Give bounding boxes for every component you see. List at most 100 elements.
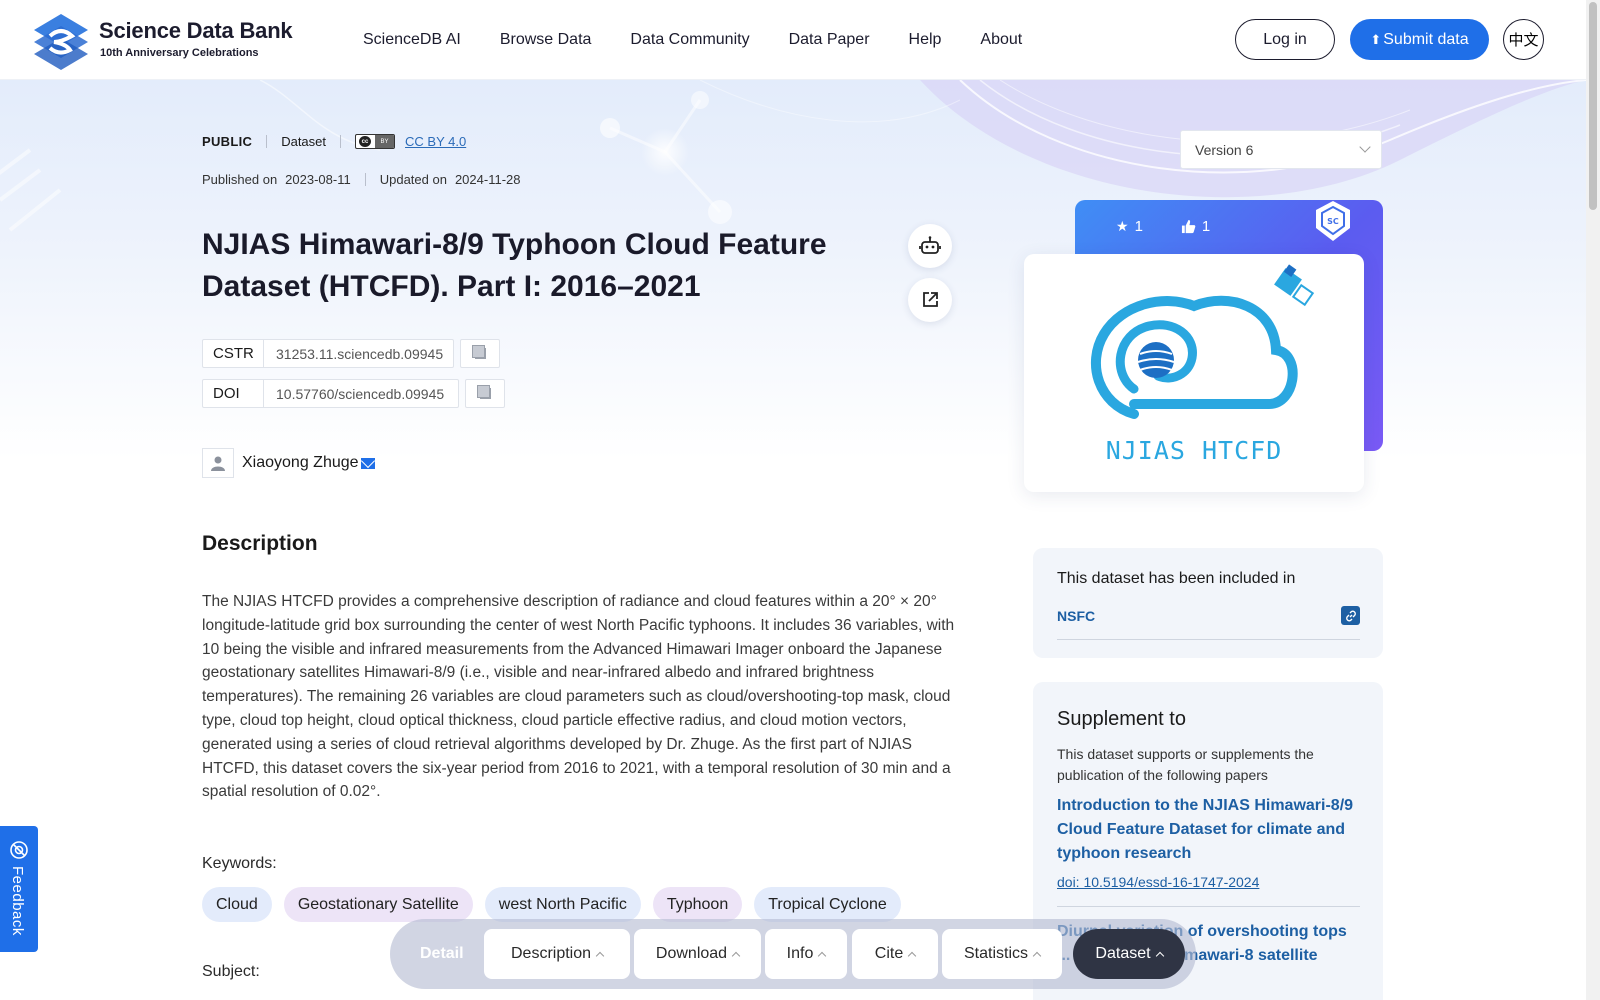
keyword-chip[interactable]: Tropical Cyclone: [754, 887, 901, 922]
included-in-panel: This dataset has been included in NSFC: [1033, 548, 1383, 658]
language-toggle-button[interactable]: 中文: [1503, 19, 1544, 60]
chevron-down-icon: [1359, 141, 1371, 153]
avatar: [202, 448, 234, 478]
submit-data-label: Submit data: [1383, 30, 1469, 48]
dates-row: Published on 2023-08-11 Updated on 2024-…: [202, 172, 521, 187]
section-tab-statistics[interactable]: Statistics: [942, 929, 1062, 979]
published-label: Published on: [202, 172, 278, 187]
cover-logo-text: NJIAS HTCFD: [1105, 436, 1283, 465]
section-tab-label: Dataset: [1095, 945, 1151, 962]
link-icon[interactable]: [1341, 606, 1360, 625]
section-tab-label: Download: [655, 945, 728, 962]
nav-data-paper[interactable]: Data Paper: [789, 31, 870, 49]
cstr-field: CSTR 31253.11.sciencedb.09945: [202, 339, 454, 368]
keywords-list: Cloud Geostationary Satellite west North…: [202, 887, 913, 922]
logo-mark-icon: [34, 14, 88, 70]
thumbs-up-icon: [1181, 219, 1196, 234]
access-badge: PUBLIC: [202, 134, 253, 149]
cstr-label: CSTR: [203, 340, 264, 367]
version-select-value: Version 6: [1195, 141, 1254, 158]
chevron-up-icon: [818, 951, 827, 961]
author-row: Xiaoyong Zhuge: [202, 448, 375, 478]
nav-help[interactable]: Help: [909, 31, 942, 49]
license-link[interactable]: CC BY 4.0: [405, 134, 466, 149]
likes-count[interactable]: 1: [1181, 218, 1210, 235]
meta-divider: [266, 135, 268, 148]
chevron-up-icon: [907, 951, 917, 961]
external-link-icon: [923, 292, 938, 307]
section-tab-download[interactable]: Download: [634, 929, 761, 979]
section-tab-label: Description: [510, 945, 592, 962]
section-tab-cite[interactable]: Cite: [852, 929, 938, 979]
section-tab-label: Cite: [874, 945, 904, 962]
included-in-title: This dataset has been included in: [1057, 570, 1296, 587]
upload-icon: ⬆: [1370, 31, 1382, 47]
scrollbar-thumb[interactable]: [1589, 2, 1597, 210]
section-nav-bar: Detail Description Download Info Cite St…: [390, 919, 1196, 989]
dataset-cover-image: NJIAS HTCFD: [1024, 254, 1364, 492]
cstr-value[interactable]: 31253.11.sciencedb.09945: [264, 346, 443, 362]
included-in-item: NSFC: [1057, 606, 1360, 640]
paper-divider: [1057, 906, 1360, 907]
doi-value[interactable]: 10.57760/sciencedb.09945: [264, 386, 444, 402]
copy-doi-button[interactable]: [465, 379, 505, 408]
doi-label: DOI: [203, 380, 264, 407]
chevron-up-icon: [1032, 951, 1042, 961]
chevron-up-icon: [595, 951, 605, 961]
nav-browse-data[interactable]: Browse Data: [500, 31, 592, 49]
feedback-label: Feedback: [9, 866, 26, 936]
updated-label: Updated on: [379, 172, 447, 187]
dataset-stats: ★ 1 1: [1116, 218, 1248, 235]
dataset-meta-row: PUBLIC Dataset cc BY CC BY 4.0: [202, 134, 466, 149]
certification-shield-icon: SC: [1316, 201, 1350, 241]
svg-text:SC: SC: [1327, 217, 1339, 226]
keyword-chip[interactable]: Typhoon: [652, 887, 743, 922]
nav-about[interactable]: About: [980, 31, 1022, 49]
copy-cstr-button[interactable]: [460, 339, 500, 368]
keyword-chip[interactable]: Geostationary Satellite: [283, 887, 473, 922]
login-button[interactable]: Log in: [1235, 19, 1335, 60]
keywords-label: Keywords:: [202, 855, 277, 872]
subject-label: Subject:: [202, 963, 260, 980]
description-text: The NJIAS HTCFD provides a comprehensive…: [202, 593, 955, 801]
page-scrollbar[interactable]: [1586, 0, 1600, 1000]
cc-license-icon: cc BY: [355, 134, 396, 149]
paper-link[interactable]: Introduction to the NJIAS Himawari-8/9 C…: [1057, 794, 1357, 866]
site-header: Science Data Bank 10th Anniversary Celeb…: [0, 0, 1586, 80]
paper-doi-link[interactable]: doi: 10.5194/essd-16-1747-2024: [1057, 874, 1259, 890]
section-tab-dataset[interactable]: Dataset: [1073, 929, 1185, 979]
logo-title: Science Data Bank: [99, 18, 293, 43]
logo-subtitle: 10th Anniversary Celebrations: [100, 47, 259, 59]
chevron-up-icon: [731, 951, 741, 961]
section-tab-label: Statistics: [963, 945, 1028, 962]
section-tab-info[interactable]: Info: [765, 929, 847, 979]
collection-name[interactable]: NSFC: [1057, 608, 1095, 624]
robot-icon: [919, 236, 941, 254]
nav-data-community[interactable]: Data Community: [630, 31, 749, 49]
section-tab-label: Info: [786, 945, 814, 962]
star-icon: ★: [1116, 218, 1129, 234]
doi-field: DOI 10.57760/sciencedb.09945: [202, 379, 459, 408]
keyword-chip[interactable]: Cloud: [202, 887, 272, 922]
nav-sciencedb-ai[interactable]: ScienceDB AI: [363, 31, 461, 49]
updated-date: 2024-11-28: [454, 172, 521, 187]
site-logo[interactable]: Science Data Bank 10th Anniversary Celeb…: [32, 12, 293, 70]
submit-data-button[interactable]: ⬆ Submit data: [1350, 19, 1489, 60]
mail-icon[interactable]: [360, 457, 375, 469]
copy-icon: [476, 385, 491, 399]
meta-divider: [340, 135, 342, 148]
section-tab-description[interactable]: Description: [484, 929, 630, 979]
section-nav-title: Detail: [420, 945, 464, 962]
chevron-up-icon: [1155, 951, 1164, 961]
keyword-chip[interactable]: west North Pacific: [484, 887, 641, 922]
favorites-value: 1: [1134, 218, 1143, 235]
author-name[interactable]: Xiaoyong Zhuge: [242, 454, 359, 472]
feedback-tab[interactable]: Feedback: [0, 826, 38, 952]
main-nav: ScienceDB AI Browse Data Data Community …: [363, 0, 1061, 80]
likes-value: 1: [1201, 218, 1211, 235]
favorites-count[interactable]: ★ 1: [1116, 218, 1143, 235]
share-button[interactable]: [908, 278, 952, 322]
ai-assistant-button[interactable]: [908, 224, 952, 268]
version-select[interactable]: Version 6: [1180, 130, 1382, 169]
user-icon: [211, 456, 225, 471]
